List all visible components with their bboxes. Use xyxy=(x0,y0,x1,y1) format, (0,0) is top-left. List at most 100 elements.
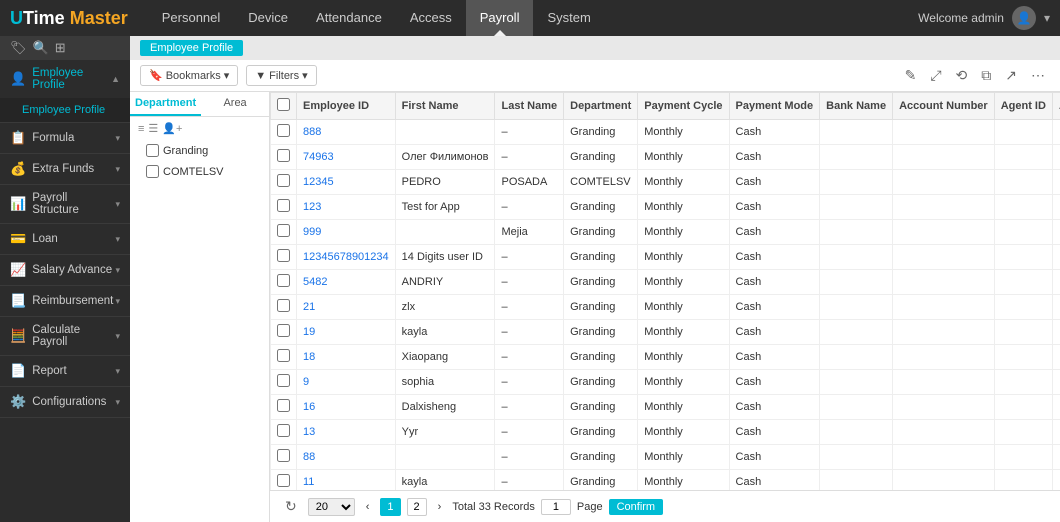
tab-department[interactable]: Department xyxy=(130,92,201,116)
edit-toolbar-icon[interactable]: ✎ xyxy=(900,64,922,87)
cell-bank-2 xyxy=(820,170,893,195)
cell-id-12[interactable]: 13 xyxy=(297,420,396,445)
row-checkbox-13[interactable] xyxy=(271,445,297,470)
row-checkbox-11[interactable] xyxy=(271,395,297,420)
page-size-select[interactable]: 10 20 50 100 xyxy=(308,498,355,516)
row-checkbox-7[interactable] xyxy=(271,295,297,320)
cell-id-8[interactable]: 19 xyxy=(297,320,396,345)
cell-last-11: – xyxy=(495,395,564,420)
sidebar-section-calculate-payroll: 🧮 Calculate Payroll ▾ xyxy=(0,317,130,356)
more-toolbar-icon[interactable]: ⋯ xyxy=(1026,64,1050,87)
history-toolbar-icon[interactable]: ⟲ xyxy=(951,64,973,87)
tree-item-granding[interactable]: Granding xyxy=(130,140,269,161)
sidebar-item-employee-profile[interactable]: 👤 Employee Profile ▲ xyxy=(0,60,130,98)
bookmarks-button[interactable]: 🔖 Bookmarks ▾ xyxy=(140,65,238,86)
table-row: 19 kayla – Granding Monthly Cash ✎ xyxy=(271,320,1060,345)
cell-agent-id-12 xyxy=(994,420,1052,445)
sidebar-item-loan[interactable]: 💳 Loan ▾ xyxy=(0,224,130,254)
refresh-icon[interactable]: ↻ xyxy=(280,495,302,518)
cell-first-8: kayla xyxy=(395,320,495,345)
cell-agent-id-10 xyxy=(994,370,1052,395)
sidebar-item-calculate-payroll[interactable]: 🧮 Calculate Payroll ▾ xyxy=(0,317,130,355)
nav-system[interactable]: System xyxy=(533,0,604,36)
cell-dept-0: Granding xyxy=(564,120,638,145)
nav-payroll[interactable]: Payroll xyxy=(466,0,534,36)
row-checkbox-4[interactable] xyxy=(271,220,297,245)
page-input[interactable] xyxy=(541,499,571,515)
cell-id-9[interactable]: 18 xyxy=(297,345,396,370)
sidebar-item-reimbursement[interactable]: 📃 Reimbursement ▾ xyxy=(0,286,130,316)
row-checkbox-9[interactable] xyxy=(271,345,297,370)
sidebar-section-payroll-structure: 📊 Payroll Structure ▾ xyxy=(0,185,130,224)
user-dropdown-icon[interactable]: ▾ xyxy=(1044,11,1050,25)
cell-cycle-13: Monthly xyxy=(638,445,729,470)
breadcrumb-tab[interactable]: Employee Profile xyxy=(140,40,243,56)
nav-device[interactable]: Device xyxy=(234,0,302,36)
cell-first-7: zlx xyxy=(395,295,495,320)
cell-id-14[interactable]: 11 xyxy=(297,470,396,491)
row-checkbox-14[interactable] xyxy=(271,470,297,491)
page-1-btn[interactable]: 1 xyxy=(380,498,400,516)
cell-first-4 xyxy=(395,220,495,245)
sidebar-item-report[interactable]: 📄 Report ▾ xyxy=(0,356,130,386)
toolbar-row: 🔖 Bookmarks ▾ ▼ Filters ▾ ✎ ⤢ ⟲ ⧉ ↗ ⋯ xyxy=(130,60,1060,92)
cell-id-2[interactable]: 12345 xyxy=(297,170,396,195)
cell-dept-14: Granding xyxy=(564,470,638,491)
panel-tabs: Department Area xyxy=(130,92,269,117)
confirm-btn[interactable]: Confirm xyxy=(609,499,664,515)
tree-add-icon[interactable]: 👤+ xyxy=(162,122,182,135)
checkbox-granding[interactable] xyxy=(146,144,159,157)
share-toolbar-icon[interactable]: ↗ xyxy=(1000,64,1022,87)
user-avatar[interactable]: 👤 xyxy=(1012,6,1036,30)
grid-icon[interactable]: ⊞ xyxy=(55,40,66,56)
cell-id-4[interactable]: 999 xyxy=(297,220,396,245)
sidebar-item-formula[interactable]: 📋 Formula ▾ xyxy=(0,123,130,153)
row-checkbox-12[interactable] xyxy=(271,420,297,445)
tree-expand-icon[interactable]: ≡ xyxy=(138,123,144,135)
sidebar-sub-item-employee-profile[interactable]: Employee Profile xyxy=(0,98,130,122)
page-2-btn[interactable]: 2 xyxy=(407,498,427,516)
cell-dept-6: Granding xyxy=(564,270,638,295)
tree-list-icon[interactable]: ☰ xyxy=(148,122,158,135)
sidebar-item-payroll-structure[interactable]: 📊 Payroll Structure ▾ xyxy=(0,185,130,223)
nav-access[interactable]: Access xyxy=(396,0,466,36)
filters-button[interactable]: ▼ Filters ▾ xyxy=(246,65,316,86)
row-checkbox-3[interactable] xyxy=(271,195,297,220)
cell-id-1[interactable]: 74963 xyxy=(297,145,396,170)
row-checkbox-8[interactable] xyxy=(271,320,297,345)
nav-personnel[interactable]: Personnel xyxy=(148,0,235,36)
row-checkbox-10[interactable] xyxy=(271,370,297,395)
row-checkbox-0[interactable] xyxy=(271,120,297,145)
row-checkbox-5[interactable] xyxy=(271,245,297,270)
sidebar-item-configurations[interactable]: ⚙️ Configurations ▾ xyxy=(0,387,130,417)
tree-item-comtelsv[interactable]: COMTELSV xyxy=(130,161,269,182)
cell-agent-id-1 xyxy=(994,145,1052,170)
nav-attendance[interactable]: Attendance xyxy=(302,0,396,36)
search-icon[interactable]: 🔍 xyxy=(33,40,49,56)
cell-mode-4: Cash xyxy=(729,220,820,245)
cell-id-0[interactable]: 888 xyxy=(297,120,396,145)
checkbox-comtelsv[interactable] xyxy=(146,165,159,178)
cell-cycle-11: Monthly xyxy=(638,395,729,420)
tag-icon[interactable]: 🏷 xyxy=(10,40,27,56)
cell-account-10 xyxy=(893,370,995,395)
cell-id-3[interactable]: 123 xyxy=(297,195,396,220)
next-page-btn[interactable]: › xyxy=(433,499,447,515)
cell-id-10[interactable]: 9 xyxy=(297,370,396,395)
cell-id-7[interactable]: 21 xyxy=(297,295,396,320)
row-checkbox-1[interactable] xyxy=(271,145,297,170)
select-all-checkbox[interactable] xyxy=(277,98,290,111)
cell-id-11[interactable]: 16 xyxy=(297,395,396,420)
sidebar-item-extra-funds[interactable]: 💰 Extra Funds ▾ xyxy=(0,154,130,184)
cell-id-13[interactable]: 88 xyxy=(297,445,396,470)
sidebar: 🏷 🔍 ⊞ 👤 Employee Profile ▲ Employee Prof… xyxy=(0,36,130,522)
sidebar-item-salary-advance[interactable]: 📈 Salary Advance ▾ xyxy=(0,255,130,285)
row-checkbox-6[interactable] xyxy=(271,270,297,295)
cell-id-6[interactable]: 5482 xyxy=(297,270,396,295)
tab-area[interactable]: Area xyxy=(201,92,269,116)
row-checkbox-2[interactable] xyxy=(271,170,297,195)
prev-page-btn[interactable]: ‹ xyxy=(361,499,375,515)
copy-toolbar-icon[interactable]: ⧉ xyxy=(976,64,996,87)
cell-id-5[interactable]: 12345678901234 xyxy=(297,245,396,270)
expand-toolbar-icon[interactable]: ⤢ xyxy=(925,64,946,87)
